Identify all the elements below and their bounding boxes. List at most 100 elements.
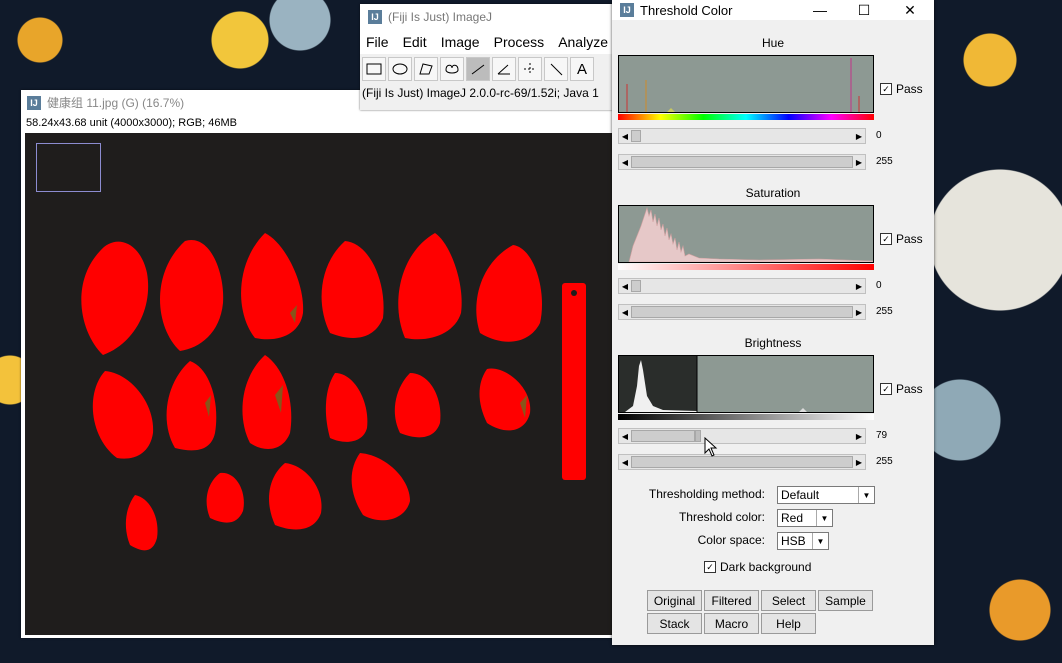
petal <box>398 233 462 340</box>
scale-ruler <box>562 283 586 480</box>
brightness-title: Brightness <box>744 336 802 350</box>
image-canvas[interactable] <box>25 133 621 635</box>
petal <box>476 245 542 342</box>
angle-tool-icon[interactable] <box>492 57 516 81</box>
imagej-title: (Fiji Is Just) ImageJ <box>388 10 493 24</box>
sample-button[interactable]: Sample <box>818 590 873 611</box>
threshold-color-window[interactable]: IJ Threshold Color — ☐ ✕ Hue ◀ ▶ 0 ◀ ▶ 2… <box>612 0 934 645</box>
menu-file[interactable]: File <box>366 34 389 50</box>
minimize-icon[interactable]: — <box>800 0 840 20</box>
method-value: Default <box>781 488 820 502</box>
polygon-tool-icon[interactable] <box>414 57 438 81</box>
arrow-right-icon[interactable]: ▶ <box>853 129 865 143</box>
brightness-min-thumb[interactable] <box>695 430 701 442</box>
petal <box>394 373 441 438</box>
point-tool-icon[interactable] <box>518 57 542 81</box>
help-button[interactable]: Help <box>761 613 816 634</box>
mouse-cursor-icon <box>704 437 718 457</box>
arrow-left-icon[interactable]: ◀ <box>619 429 631 443</box>
close-icon[interactable]: ✕ <box>890 0 930 20</box>
petal <box>241 233 304 340</box>
arrow-right-icon[interactable]: ▶ <box>853 279 865 293</box>
color-select[interactable]: Red ▼ <box>777 509 833 527</box>
original-button[interactable]: Original <box>647 590 702 611</box>
chevron-down-icon[interactable]: ▼ <box>812 533 828 549</box>
roi-selection-rectangle[interactable] <box>36 143 101 192</box>
arrow-right-icon[interactable]: ▶ <box>853 305 865 319</box>
brightness-min-slider[interactable]: ◀ ▶ <box>618 428 866 444</box>
method-select[interactable]: Default ▼ <box>777 486 875 504</box>
threshold-titlebar[interactable]: IJ Threshold Color <box>612 0 934 20</box>
color-value: Red <box>781 511 804 525</box>
imagej-titlebar[interactable]: IJ (Fiji Is Just) ImageJ <box>360 4 616 30</box>
space-label: Color space: <box>697 533 765 547</box>
menu-edit[interactable]: Edit <box>403 34 427 50</box>
menu-image[interactable]: Image <box>441 34 480 50</box>
arrow-left-icon[interactable]: ◀ <box>619 455 631 469</box>
space-select[interactable]: HSB ▼ <box>777 532 829 550</box>
line-tool-icon[interactable] <box>466 57 490 81</box>
hue-min-thumb[interactable] <box>631 130 641 142</box>
arrow-left-icon[interactable]: ◀ <box>619 155 631 169</box>
hue-spectrum-strip <box>618 114 874 120</box>
arrow-left-icon[interactable]: ◀ <box>619 305 631 319</box>
brightness-max-slider[interactable]: ◀ ▶ <box>618 454 866 470</box>
space-value: HSB <box>781 534 806 548</box>
checkbox-checked-icon[interactable]: ✓ <box>880 83 892 95</box>
rectangle-tool-icon[interactable] <box>362 57 386 81</box>
brightness-min-value: 79 <box>876 430 888 441</box>
wand-tool-icon[interactable] <box>544 57 568 81</box>
petal <box>125 495 158 551</box>
saturation-min-slider[interactable]: ◀ ▶ <box>618 278 866 294</box>
brightness-histogram <box>618 355 874 413</box>
chevron-down-icon[interactable]: ▼ <box>816 510 832 526</box>
text-tool-icon[interactable]: A <box>570 57 594 81</box>
oval-tool-icon[interactable] <box>388 57 412 81</box>
brightness-pass-checkbox[interactable]: ✓ Pass <box>880 382 923 396</box>
brightness-max-thumb[interactable] <box>631 456 853 468</box>
imagej-main-window[interactable]: IJ (Fiji Is Just) ImageJ File Edit Image… <box>360 4 616 110</box>
saturation-min-value: 0 <box>876 280 882 291</box>
imagej-menubar: File Edit Image Process Analyze <box>360 30 616 54</box>
macro-button[interactable]: Macro <box>704 613 759 634</box>
image-window[interactable]: IJ 健康组 11.jpg (G) (16.7%) 58.24x43.68 un… <box>21 90 621 638</box>
hue-min-slider[interactable]: ◀ ▶ <box>618 128 866 144</box>
chevron-down-icon[interactable]: ▼ <box>858 487 874 503</box>
arrow-right-icon[interactable]: ▶ <box>853 455 865 469</box>
maximize-icon[interactable]: ☐ <box>844 0 884 20</box>
arrow-right-icon[interactable]: ▶ <box>853 429 865 443</box>
checkbox-checked-icon[interactable]: ✓ <box>880 233 892 245</box>
imagej-logo-icon: IJ <box>368 10 382 24</box>
checkbox-checked-icon[interactable]: ✓ <box>704 561 716 573</box>
menu-analyze[interactable]: Analyze <box>558 34 608 50</box>
arrow-right-icon[interactable]: ▶ <box>853 155 865 169</box>
threshold-title: Threshold Color <box>640 2 733 18</box>
hue-pass-checkbox[interactable]: ✓ Pass <box>880 82 923 96</box>
petal <box>160 239 224 351</box>
saturation-pass-checkbox[interactable]: ✓ Pass <box>880 232 923 246</box>
hue-title: Hue <box>761 36 784 50</box>
checkbox-checked-icon[interactable]: ✓ <box>880 383 892 395</box>
petal <box>479 368 531 431</box>
stack-button[interactable]: Stack <box>647 613 702 634</box>
arrow-left-icon[interactable]: ◀ <box>619 129 631 143</box>
hue-min-value: 0 <box>876 130 882 141</box>
saturation-min-thumb[interactable] <box>631 280 641 292</box>
arrow-left-icon[interactable]: ◀ <box>619 279 631 293</box>
select-button[interactable]: Select <box>761 590 816 611</box>
filtered-button[interactable]: Filtered <box>704 590 759 611</box>
petal <box>206 472 244 523</box>
saturation-title: Saturation <box>745 186 801 200</box>
dark-background-checkbox[interactable]: ✓ Dark background <box>704 560 811 574</box>
freehand-tool-icon[interactable] <box>440 57 464 81</box>
saturation-strip <box>618 264 874 270</box>
image-info: 58.24x43.68 unit (4000x3000); RGB; 46MB <box>26 117 237 129</box>
saturation-max-thumb[interactable] <box>631 306 853 318</box>
saturation-max-slider[interactable]: ◀ ▶ <box>618 304 866 320</box>
imagej-logo-icon: IJ <box>27 95 41 110</box>
dark-background-label: Dark background <box>720 560 812 574</box>
menu-process[interactable]: Process <box>494 34 545 50</box>
petal <box>325 373 368 442</box>
hue-max-thumb[interactable] <box>631 156 853 168</box>
hue-max-slider[interactable]: ◀ ▶ <box>618 154 866 170</box>
